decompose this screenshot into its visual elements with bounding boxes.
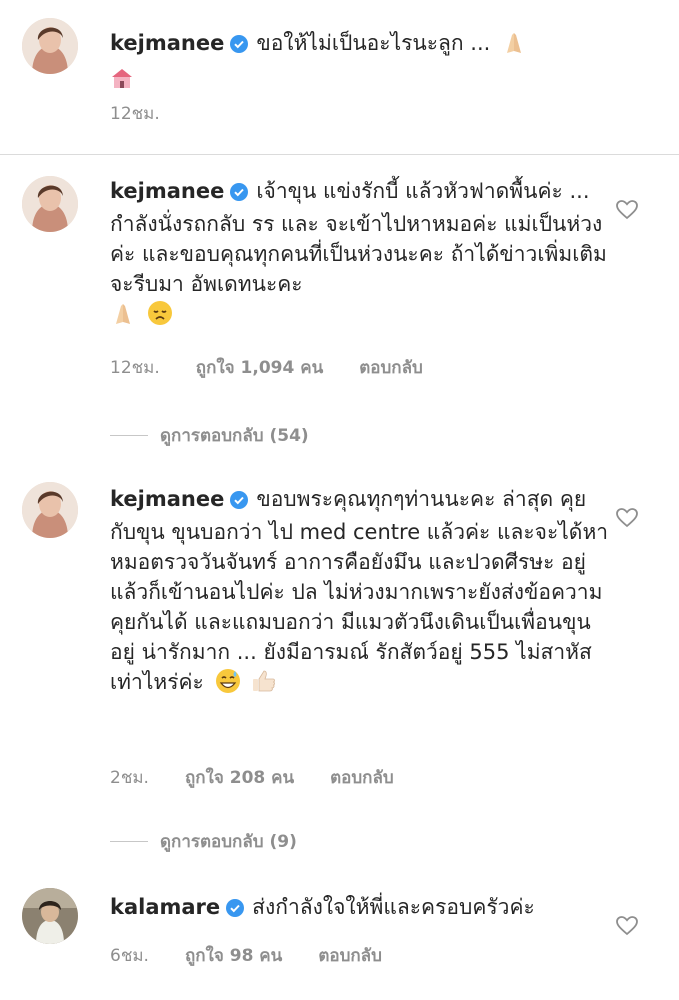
reply-button[interactable]: ตอบกลับ <box>330 764 394 791</box>
church-icon <box>110 66 134 98</box>
reply-button[interactable]: ตอบกลับ <box>318 942 382 969</box>
divider <box>0 154 679 155</box>
comment-time: 6ชม. <box>110 946 149 966</box>
username[interactable]: kejmanee <box>110 179 224 203</box>
view-replies-line <box>110 841 148 842</box>
disappointed-face-icon <box>147 300 173 334</box>
comment-text: kalamare ส่งกำลังใจให้พี่และครอบครัวค่ะ <box>110 892 610 925</box>
comment-body: ขอให้ไม่เป็นอะไรนะลูก ... <box>256 31 491 55</box>
username[interactable]: kejmanee <box>110 31 224 55</box>
comment-time: 2ชม. <box>110 768 149 788</box>
view-replies-label: ดูการตอบกลับ (54) <box>160 426 309 446</box>
likes-count[interactable]: ถูกใจ 98 คน <box>185 942 282 969</box>
avatar[interactable] <box>22 482 78 538</box>
view-replies-label: ดูการตอบกลับ (9) <box>160 832 297 852</box>
avatar-photo <box>22 176 78 232</box>
comment-meta: 2ชม. ถูกใจ 208 คน ตอบกลับ <box>110 764 394 791</box>
comment-body: ขอบพระคุณทุกๆท่านนะคะ ล่าสุด คุยกับขุน ข… <box>110 487 609 694</box>
like-heart-icon[interactable] <box>616 200 638 220</box>
comment-text: kejmanee ขอบพระคุณทุกๆท่านนะคะ ล่าสุด คุย… <box>110 484 610 702</box>
view-replies-line <box>110 435 148 436</box>
avatar[interactable] <box>22 176 78 232</box>
comment-text: kejmanee เจ้าขุน แข่งรักบี้ แล้วหัวฟาดพื้… <box>110 176 610 334</box>
grinning-sweat-face-icon <box>215 668 241 702</box>
thumbs-up-icon <box>251 668 277 702</box>
avatar[interactable] <box>22 18 78 74</box>
reply-button[interactable]: ตอบกลับ <box>359 354 423 381</box>
view-replies-button[interactable]: ดูการตอบกลับ (9) <box>110 828 297 855</box>
avatar[interactable] <box>22 888 78 944</box>
likes-count[interactable]: ถูกใจ 1,094 คน <box>196 354 323 381</box>
verified-badge-icon <box>226 895 245 925</box>
comment-body: ส่งกำลังใจให้พี่และครอบครัวค่ะ <box>252 895 535 919</box>
like-heart-icon[interactable] <box>616 916 638 936</box>
comment-time: 12ชม. <box>110 104 160 124</box>
verified-badge-icon <box>230 179 249 209</box>
comment-time: 12ชม. <box>110 358 160 378</box>
verified-badge-icon <box>230 487 249 517</box>
like-heart-icon[interactable] <box>616 508 638 528</box>
username[interactable]: kalamare <box>110 895 220 919</box>
comment-meta: 12ชม. ถูกใจ 1,094 คน ตอบกลับ <box>110 354 423 381</box>
comment-text: kejmanee ขอให้ไม่เป็นอะไรนะลูก ... <box>110 28 610 98</box>
view-replies-button[interactable]: ดูการตอบกลับ (54) <box>110 422 309 449</box>
likes-count[interactable]: ถูกใจ 208 คน <box>185 764 294 791</box>
verified-badge-icon <box>230 31 249 61</box>
folded-hands-icon <box>110 300 136 334</box>
avatar-photo <box>22 888 78 944</box>
username[interactable]: kejmanee <box>110 487 224 511</box>
avatar-photo <box>22 18 78 74</box>
comment-meta: 12ชม. <box>110 100 160 127</box>
comment-meta: 6ชม. ถูกใจ 98 คน ตอบกลับ <box>110 942 382 969</box>
folded-hands-icon <box>501 29 527 63</box>
avatar-photo <box>22 482 78 538</box>
